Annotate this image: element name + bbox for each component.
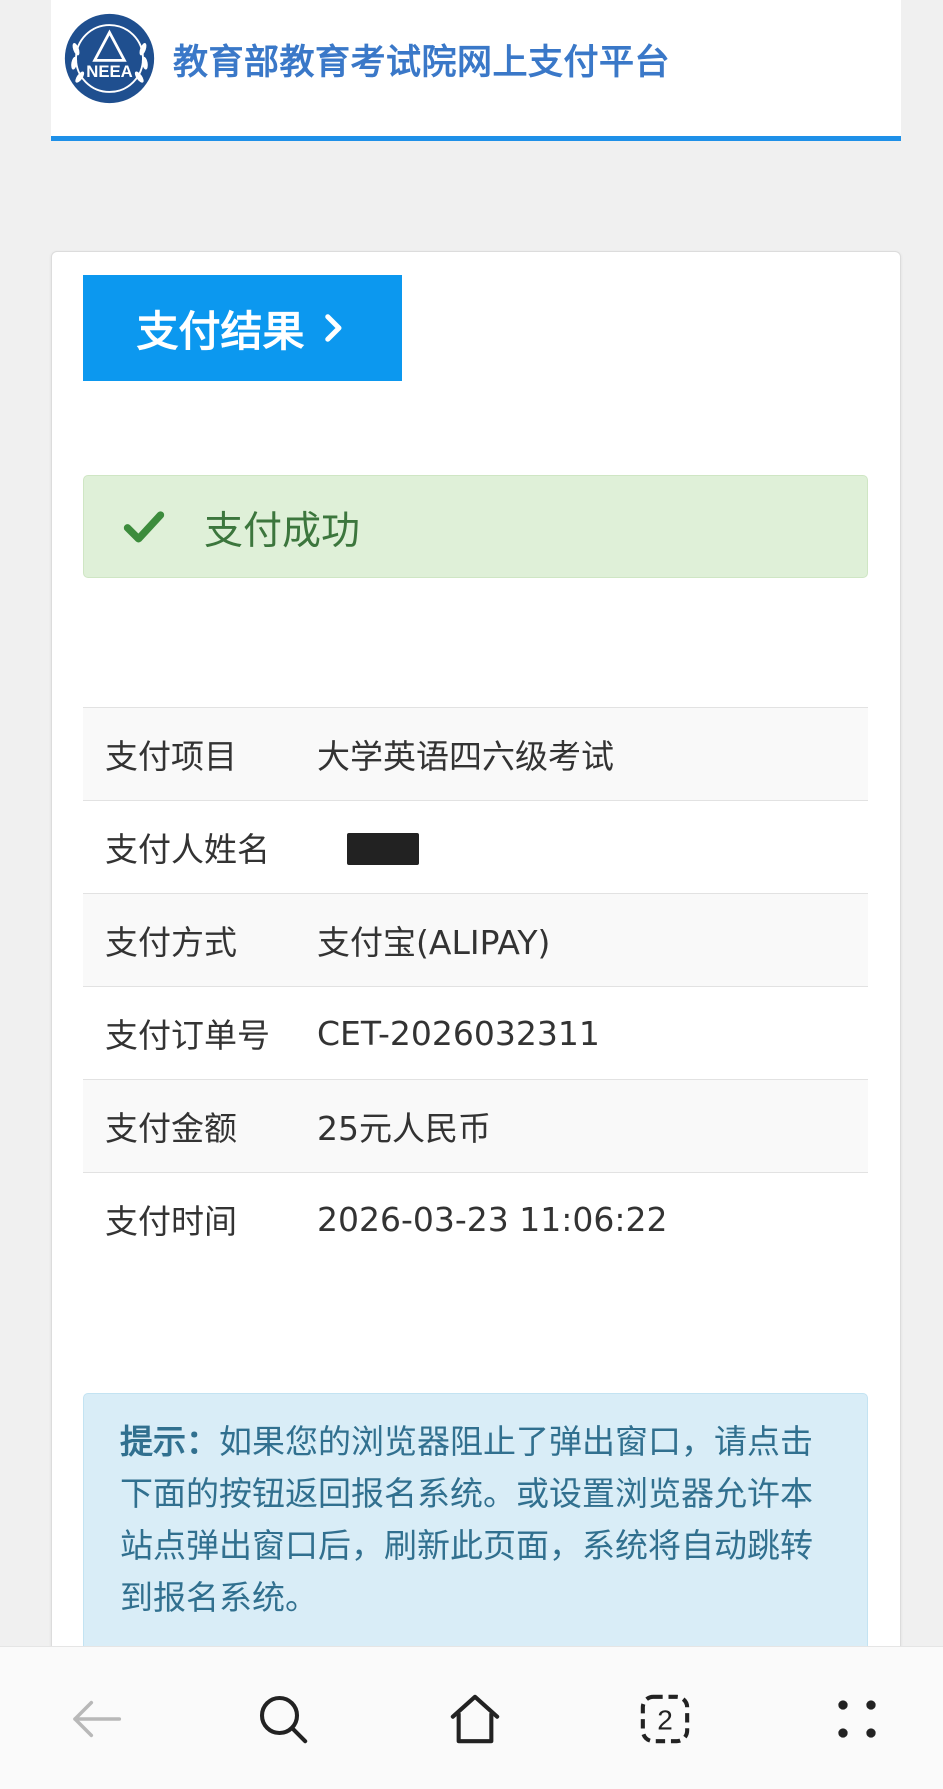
tabs-button[interactable]: 2 xyxy=(635,1689,695,1749)
table-row: 支付金额 25元人民币 xyxy=(83,1079,868,1172)
svg-text:NEEA: NEEA xyxy=(86,62,133,81)
table-row: 支付订单号 CET-2026032311 xyxy=(83,986,868,1079)
back-arrow-icon xyxy=(73,1700,122,1738)
menu-icon xyxy=(838,1700,876,1738)
row-label: 支付时间 xyxy=(105,1202,237,1241)
row-value xyxy=(317,828,419,867)
home-icon xyxy=(450,1694,500,1744)
row-value: 2026-03-23 11:06:22 xyxy=(317,1199,668,1239)
row-label: 支付人姓名 xyxy=(105,830,270,869)
search-button[interactable] xyxy=(253,1689,313,1749)
svg-text:2: 2 xyxy=(657,1705,673,1736)
payment-details-table: 支付项目 大学英语四六级考试 支付人姓名 支付方式 支付宝(ALIPAY) 支付… xyxy=(83,707,868,1265)
row-value: 支付宝(ALIPAY) xyxy=(317,923,551,962)
alert-text: 支付成功 xyxy=(204,509,361,554)
back-button[interactable] xyxy=(66,1689,126,1749)
row-value: 25元人民币 xyxy=(317,1109,491,1148)
table-row: 支付人姓名 xyxy=(83,800,868,893)
redacted-name xyxy=(347,833,419,865)
hint-box: 提示：如果您的浏览器阻止了弹出窗口，请点击下面的按钮返回报名系统。或设置浏览器允… xyxy=(83,1393,868,1653)
home-button[interactable] xyxy=(445,1689,505,1749)
payment-result-tab[interactable]: 支付结果 xyxy=(83,275,402,381)
hint-label: 提示： xyxy=(120,1422,219,1461)
browser-bottom-nav: 2 xyxy=(0,1646,943,1789)
menu-button[interactable] xyxy=(827,1689,887,1749)
table-row: 支付方式 支付宝(ALIPAY) xyxy=(83,893,868,986)
chevron-right-icon xyxy=(324,314,341,342)
site-title: 教育部教育考试院网上支付平台 xyxy=(173,43,671,83)
tabs-icon: 2 xyxy=(640,1694,690,1744)
payment-result-card: 支付结果 支付成功 支付项目 大学英语四六级考试 支付人姓名 支付方式 支付宝(… xyxy=(51,251,901,1663)
table-row: 支付项目 大学英语四六级考试 xyxy=(83,707,868,800)
site-header: NEEA 教育部教育考试院网上支付平台 xyxy=(51,0,901,141)
row-label: 支付金额 xyxy=(105,1109,237,1148)
success-alert: 支付成功 xyxy=(83,475,868,578)
check-icon xyxy=(123,511,165,543)
search-icon xyxy=(259,1695,308,1744)
row-label: 支付订单号 xyxy=(105,1016,270,1055)
hint-text: 如果您的浏览器阻止了弹出窗口，请点击下面的按钮返回报名系统。或设置浏览器允许本站… xyxy=(120,1422,813,1617)
row-value: 大学英语四六级考试 xyxy=(317,737,614,776)
row-label: 支付项目 xyxy=(105,737,237,776)
row-value: CET-2026032311 xyxy=(317,1013,600,1053)
tab-label: 支付结果 xyxy=(136,306,305,356)
row-label: 支付方式 xyxy=(105,923,237,962)
table-row: 支付时间 2026-03-23 11:06:22 xyxy=(83,1172,868,1265)
neea-logo: NEEA xyxy=(63,12,156,105)
